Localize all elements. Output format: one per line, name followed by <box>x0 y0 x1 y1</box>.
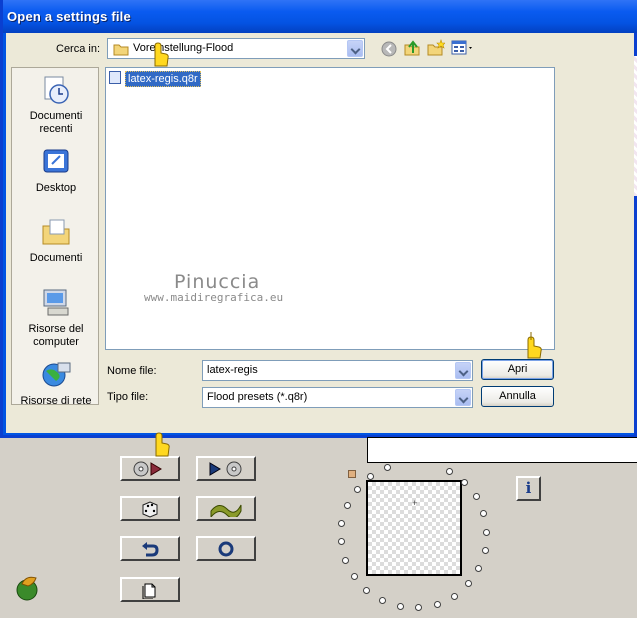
reset-button[interactable] <box>196 536 256 561</box>
pointing-hand-icon <box>527 332 542 359</box>
direction-dot[interactable] <box>343 501 351 509</box>
watermark-name: Pinuccia <box>174 271 261 293</box>
direction-dot[interactable] <box>350 573 358 581</box>
wave-button[interactable] <box>196 496 256 521</box>
file-list[interactable]: latex-regis.q8r <box>105 67 555 350</box>
place-my-computer[interactable]: Risorse del computer <box>12 287 100 349</box>
info-button[interactable]: i <box>516 476 541 501</box>
file-name-combo[interactable]: latex-regis <box>202 360 473 381</box>
file-name-dropdown-icon[interactable] <box>455 362 471 379</box>
recent-documents-icon <box>44 76 69 104</box>
dice-icon <box>142 500 158 518</box>
my-computer-icon <box>43 289 69 316</box>
place-recent-documents[interactable]: Documenti recenti <box>12 74 100 136</box>
plugin-logo-icon <box>16 576 38 601</box>
direction-dot[interactable] <box>338 519 346 527</box>
copy-icon <box>142 583 156 599</box>
direction-dot[interactable] <box>341 556 349 564</box>
direction-dot[interactable] <box>450 592 458 600</box>
network-icon <box>42 362 71 387</box>
ring-icon <box>218 541 234 556</box>
place-network[interactable]: Risorse di rete <box>12 359 100 408</box>
my-documents-icon <box>42 219 70 245</box>
copy-button[interactable] <box>120 577 180 602</box>
up-folder-icon[interactable] <box>403 39 421 57</box>
direction-dot[interactable] <box>472 493 480 501</box>
place-desktop[interactable]: Desktop <box>12 146 100 195</box>
place-label: Risorse di rete <box>20 395 92 407</box>
direction-dot[interactable] <box>378 597 386 605</box>
preview-handle[interactable] <box>348 470 356 478</box>
place-label: Documenti recenti <box>29 110 83 135</box>
dialog-title: Open a settings file <box>7 9 131 24</box>
folder-icon <box>113 44 129 56</box>
direction-dot[interactable] <box>383 463 391 471</box>
undo-icon <box>142 541 159 556</box>
direction-dot[interactable] <box>433 600 441 608</box>
direction-dot[interactable] <box>396 603 404 611</box>
direction-dot[interactable] <box>363 587 371 595</box>
direction-dot[interactable] <box>445 467 453 475</box>
look-in-dropdown-icon[interactable] <box>347 40 363 57</box>
load-preset-button[interactable] <box>120 456 180 481</box>
direction-dot[interactable] <box>337 538 345 546</box>
file-type-combo[interactable]: Flood presets (*.q8r) <box>202 387 473 408</box>
save-preset-button[interactable] <box>196 456 256 481</box>
direction-dot[interactable] <box>353 485 361 493</box>
direction-dot[interactable] <box>475 564 483 572</box>
file-type-value: Flood presets (*.q8r) <box>207 391 308 403</box>
cancel-button[interactable]: Annulla <box>481 386 554 407</box>
title-bar[interactable]: Open a settings file <box>3 0 637 33</box>
file-type-label: Tipo file: <box>107 391 149 403</box>
pointing-hand-icon <box>154 42 169 67</box>
place-my-documents[interactable]: Documenti <box>12 216 100 265</box>
pointing-hand-icon <box>155 432 170 457</box>
direction-dot[interactable] <box>481 547 489 555</box>
preview-center-marker: + <box>412 498 418 508</box>
preset-file-icon <box>109 71 121 84</box>
undo-button[interactable] <box>120 536 180 561</box>
direction-dot[interactable] <box>367 472 375 480</box>
plugin-top-strip <box>367 437 637 463</box>
new-folder-icon[interactable] <box>427 39 445 57</box>
back-icon[interactable] <box>380 40 398 58</box>
view-menu-icon[interactable] <box>451 39 475 57</box>
open-settings-dialog: Open a settings file Cerca in: Voreinste… <box>0 0 637 438</box>
look-in-label: Cerca in: <box>56 43 101 55</box>
wave-icon <box>210 504 242 517</box>
disc-load-icon <box>133 461 162 476</box>
watermark-site: www.maidiregrafica.eu <box>144 291 284 304</box>
direction-dot[interactable] <box>415 604 423 612</box>
direction-dot[interactable] <box>460 478 468 486</box>
place-label: Desktop <box>35 182 77 194</box>
file-name-value: latex-regis <box>207 364 258 376</box>
place-label: Documenti <box>29 252 83 264</box>
direction-dot[interactable] <box>480 510 488 518</box>
look-in-combo[interactable]: Voreinstellung-Flood <box>107 38 365 59</box>
file-name-label: Nome file: <box>107 365 157 377</box>
disc-save-icon <box>209 461 242 476</box>
file-item-label: latex-regis.q8r <box>125 71 201 87</box>
direction-dot[interactable] <box>483 528 491 536</box>
dialog-client: Cerca in: Voreinstellung-Flood Documenti… <box>6 33 634 433</box>
desktop-icon <box>43 149 69 173</box>
places-bar: Documenti recenti Desktop Documenti Riso… <box>11 67 100 408</box>
file-type-dropdown-icon[interactable] <box>455 389 471 406</box>
direction-dot[interactable] <box>464 580 472 588</box>
preview-window[interactable]: + <box>366 480 462 576</box>
randomize-button[interactable] <box>120 496 180 521</box>
place-label: Risorse del computer <box>28 323 84 348</box>
open-button[interactable]: Apri <box>481 359 554 380</box>
